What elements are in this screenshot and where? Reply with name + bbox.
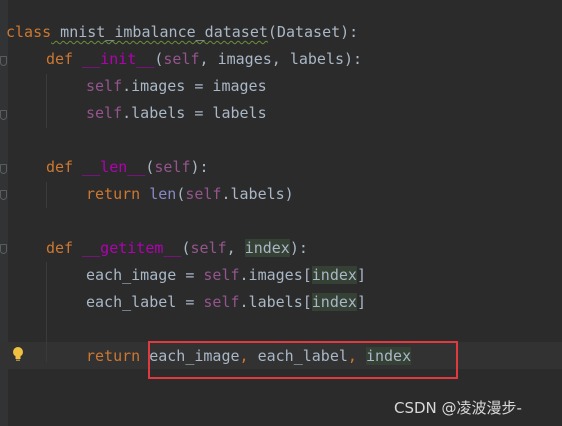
code-text: each_image =	[86, 266, 204, 284]
self-keyword: self	[203, 293, 240, 311]
self-keyword: self	[190, 239, 227, 257]
code-text: ,	[226, 239, 245, 257]
code-line-6[interactable]: def __len__(self):	[46, 154, 209, 181]
code-text: ):	[289, 239, 308, 257]
code-text: each_label =	[86, 293, 204, 311]
fold-marker-icon[interactable]	[0, 110, 7, 120]
code-line-4[interactable]: self.labels = labels	[86, 100, 267, 127]
keyword: return	[86, 347, 141, 365]
code-line-1[interactable]: class mnist_imbalance_dataset(Dataset):	[6, 19, 358, 46]
code-text: ):	[190, 158, 209, 176]
code-editor[interactable]: class mnist_imbalance_dataset(Dataset): …	[0, 0, 562, 426]
lightbulb-icon[interactable]	[12, 346, 24, 362]
fold-marker-icon[interactable]	[0, 244, 7, 254]
code-text: .images = images	[122, 77, 267, 95]
builtin-function: len	[149, 185, 177, 203]
code-text: (	[176, 185, 186, 203]
code-text: .labels[	[239, 293, 312, 311]
keyword: class	[6, 23, 52, 41]
self-keyword: self	[154, 158, 191, 176]
keyword: def	[46, 158, 74, 176]
parameter-index: index	[311, 293, 357, 311]
self-keyword: self	[163, 50, 200, 68]
self-keyword: self	[185, 185, 222, 203]
fold-marker-icon[interactable]	[0, 164, 7, 174]
self-keyword: self	[203, 266, 240, 284]
indent-guide	[46, 262, 47, 362]
code-text: ]	[356, 266, 366, 284]
keyword: def	[46, 239, 74, 257]
code-line-11[interactable]: each_label = self.labels[index]	[86, 289, 366, 316]
fold-marker-icon[interactable]	[0, 56, 7, 66]
keyword: def	[46, 50, 74, 68]
code-line-10[interactable]: each_image = self.images[index]	[86, 262, 366, 289]
code-line-7[interactable]: return len(self.labels)	[86, 181, 294, 208]
code-text: .images[	[239, 266, 312, 284]
parameter-index: index	[244, 239, 290, 257]
self-keyword: self	[86, 77, 123, 95]
code-line-9[interactable]: def __getitem__(self, index):	[46, 235, 308, 262]
code-line-2[interactable]: def __init__(self, images, labels):	[46, 46, 362, 73]
parameter-index: index	[311, 266, 357, 284]
code-text: (	[181, 239, 191, 257]
indent-guide	[46, 182, 47, 208]
code-text: (Dataset):	[267, 23, 359, 41]
indent-guide	[46, 74, 47, 128]
watermark: CSDN @凌波漫步-	[394, 399, 522, 417]
code-text: .labels)	[221, 185, 294, 203]
function-name: __init__	[82, 50, 155, 68]
function-name: __getitem__	[82, 239, 182, 257]
function-name: __len__	[82, 158, 146, 176]
keyword: return	[86, 185, 141, 203]
code-text: ]	[356, 293, 366, 311]
class-name: mnist_imbalance_dataset	[51, 23, 268, 41]
code-line-3[interactable]: self.images = images	[86, 73, 267, 100]
fold-marker-icon[interactable]	[0, 190, 7, 200]
self-keyword: self	[86, 104, 123, 122]
code-text: .labels = labels	[122, 104, 267, 122]
code-text: , images, labels):	[199, 50, 363, 68]
highlight-box	[148, 341, 458, 379]
